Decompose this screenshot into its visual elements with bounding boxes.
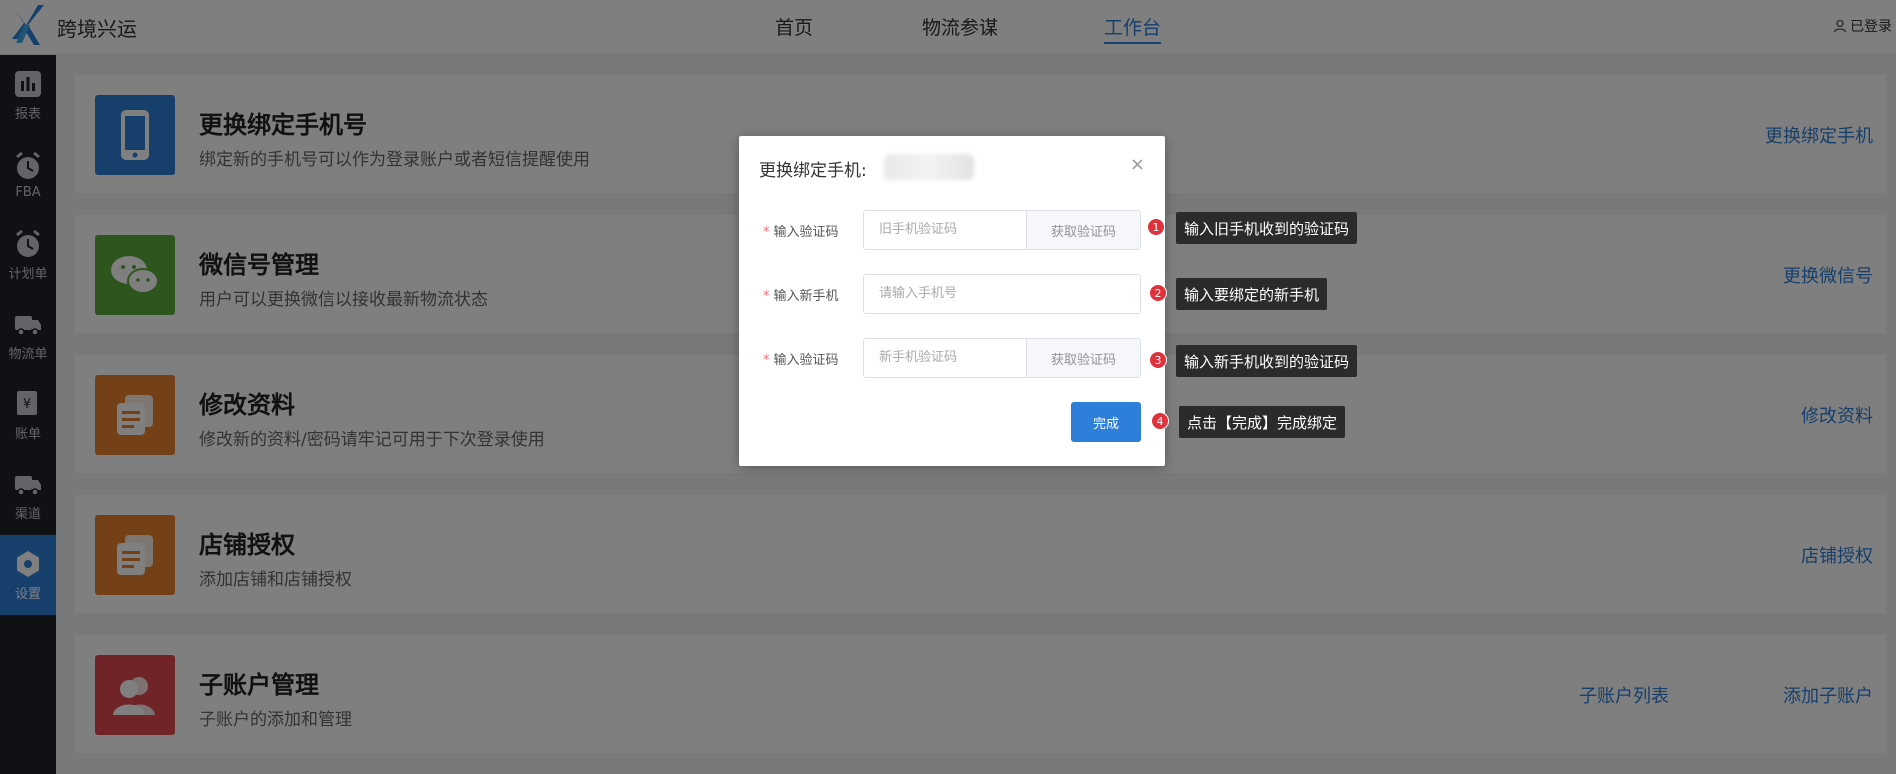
step-4-tip: 点击【完成】完成绑定 bbox=[1179, 406, 1346, 438]
done-button[interactable]: 完成 bbox=[1071, 402, 1141, 442]
new-phone-label: * 输入新手机 bbox=[763, 289, 839, 304]
dialog-title: 更换绑定手机: bbox=[759, 161, 867, 181]
step-3-tip: 输入新手机收到的验证码 bbox=[1176, 345, 1358, 377]
close-icon[interactable]: × bbox=[1130, 154, 1145, 175]
old-code-input[interactable]: 旧手机验证码 bbox=[863, 210, 1027, 250]
change-phone-dialog: 更换绑定手机: × * 输入验证码 旧手机验证码 获取验证码 * 输入新手机 请输入… bbox=[739, 136, 1165, 466]
step-3-badge: 3 bbox=[1149, 351, 1167, 369]
get-new-code-button[interactable]: 获取验证码 bbox=[1027, 338, 1141, 378]
new-phone-input[interactable]: 请输入手机号 bbox=[863, 274, 1141, 314]
step-1-badge: 1 bbox=[1147, 218, 1165, 236]
blurred-phone-number bbox=[884, 154, 974, 180]
old-code-label: * 输入验证码 bbox=[763, 225, 839, 240]
new-code-input[interactable]: 新手机验证码 bbox=[863, 338, 1027, 378]
new-code-label: * 输入验证码 bbox=[763, 353, 839, 368]
step-1-tip: 输入旧手机收到的验证码 bbox=[1176, 212, 1358, 244]
step-2-badge: 2 bbox=[1149, 284, 1167, 302]
step-4-badge: 4 bbox=[1151, 412, 1169, 430]
get-old-code-button[interactable]: 获取验证码 bbox=[1027, 210, 1141, 250]
step-2-tip: 输入要绑定的新手机 bbox=[1176, 278, 1328, 310]
